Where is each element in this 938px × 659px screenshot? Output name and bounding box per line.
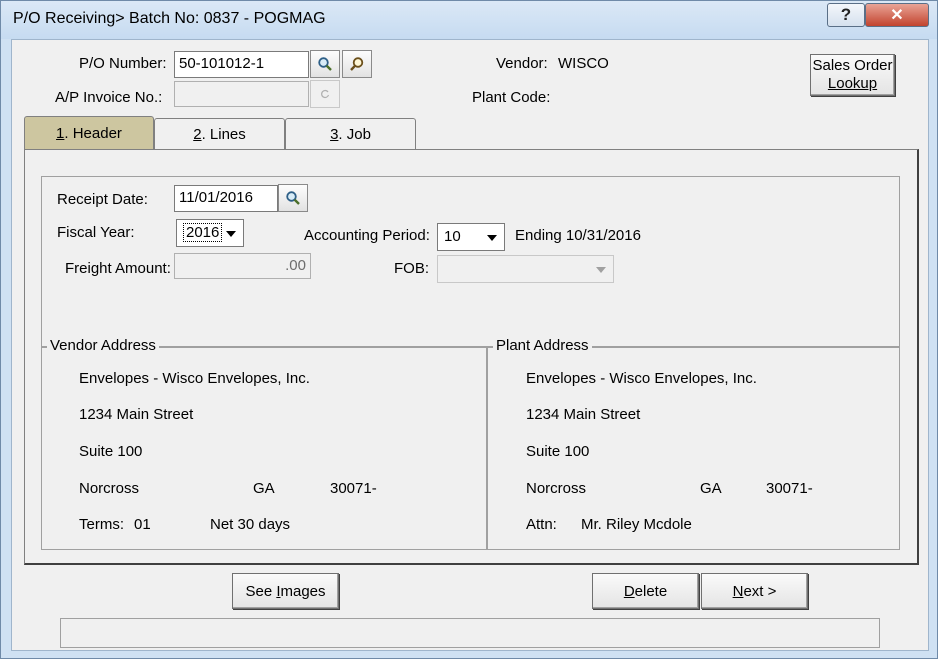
plant-address-state: GA [700,480,722,497]
accounting-period-value: 10 [444,228,461,245]
tab-lines-hotkey: 2 [193,126,202,143]
sales-order-lookup-line1: Sales Order [812,57,893,74]
freight-amount-input[interactable]: .00 [174,253,311,279]
tab-job[interactable]: 3. Job [285,118,416,150]
ap-invoice-input[interactable] [174,81,309,107]
accounting-period-label: Accounting Period: [304,227,430,244]
receipt-date-label: Receipt Date: [57,191,148,208]
terms-label: Terms: [79,516,124,533]
close-button[interactable]: ✕ [865,3,929,27]
period-ending-text: Ending 10/31/2016 [515,227,641,244]
delete-hotkey: D [623,582,635,600]
help-button[interactable]: ? [827,3,865,27]
vendor-address-zip: 30071- [330,480,377,497]
tab-header-label: . Header [64,125,122,142]
fob-label: FOB: [394,260,430,277]
chevron-down-icon [226,231,236,237]
next-hotkey: N [732,582,744,600]
attn-label: Attn: [526,516,557,533]
receipt-info-group: Receipt Date: 11/01/2016 Fiscal Year: 20… [41,176,900,347]
plant-address-legend: Plant Address [493,337,592,354]
window-title: P/O Receiving> Batch No: 0837 - POGMAG [13,10,326,27]
po-search-button[interactable] [310,50,340,78]
tab-lines-label: . Lines [201,126,246,143]
tab-lines[interactable]: 2. Lines [154,118,285,150]
vendor-address-state: GA [253,480,275,497]
freight-amount-label: Freight Amount: [65,260,171,277]
plant-address-street: 1234 Main Street [526,406,641,423]
terms-description: Net 30 days [210,516,291,533]
vendor-address-group: Vendor Address Envelopes - Wisco Envelop… [41,337,487,550]
next-button[interactable]: Next > [701,573,808,609]
form-client-area: P/O Number: 50-101012-1 A/P Invoice No.:… [11,39,929,651]
plant-address-zip: 30071- [766,480,813,497]
see-images-label-pre: See [245,582,277,600]
vendor-address-legend: Vendor Address [47,337,159,354]
po-number-input[interactable]: 50-101012-1 [174,51,309,78]
vendor-address-city: Norcross [79,480,140,497]
magnifier-icon [286,191,300,205]
delete-label: elete [634,582,668,600]
chevron-down-icon [487,235,497,241]
chevron-down-icon [596,267,606,273]
ap-invoice-label: A/P Invoice No.: [55,89,163,106]
receipt-date-search-button[interactable] [278,184,308,212]
sales-order-lookup-button[interactable]: Sales Order Lookup [810,54,895,96]
fiscal-year-select[interactable]: 2016 [176,219,244,247]
receipt-date-input[interactable]: 11/01/2016 [174,185,278,212]
fob-select[interactable] [437,255,614,283]
terms-code: 01 [134,516,151,533]
fiscal-year-value: 2016 [183,223,223,242]
plant-address-suite: Suite 100 [526,443,590,460]
plant-address-name: Envelopes - Wisco Envelopes, Inc. [526,370,757,387]
po-lookup-button[interactable] [342,50,372,78]
plant-code-label: Plant Code: [472,89,551,106]
sales-order-lookup-line2: Lookup [827,75,878,92]
attn-value: Mr. Riley Mcdole [581,516,692,533]
accounting-period-select[interactable]: 10 [437,223,505,251]
see-images-label-post: mages [280,582,326,600]
refresh-icon [321,89,330,99]
fiscal-year-label: Fiscal Year: [57,224,135,241]
vendor-value: WISCO [558,55,609,72]
title-bar: P/O Receiving> Batch No: 0837 - POGMAG ?… [1,1,937,39]
vendor-address-suite: Suite 100 [79,443,143,460]
plant-address-group: Plant Address Envelopes - Wisco Envelope… [487,337,900,550]
zoom-icon [350,57,364,71]
status-bar [60,618,880,648]
ap-invoice-lookup-button[interactable] [310,80,340,108]
see-images-button[interactable]: See Images [232,573,339,609]
delete-button[interactable]: Delete [592,573,699,609]
vendor-address-street: 1234 Main Street [79,406,194,423]
next-label: ext > [743,582,777,600]
po-number-label: P/O Number: [79,55,167,72]
magnifier-icon [318,57,332,71]
app-window: P/O Receiving> Batch No: 0837 - POGMAG ?… [0,0,938,659]
vendor-address-name: Envelopes - Wisco Envelopes, Inc. [79,370,310,387]
tab-header[interactable]: 1. Header [24,116,154,150]
vendor-label: Vendor: [496,55,548,72]
header-tab-panel: Receipt Date: 11/01/2016 Fiscal Year: 20… [24,149,919,565]
plant-address-city: Norcross [526,480,587,497]
tab-job-label: . Job [338,126,371,143]
